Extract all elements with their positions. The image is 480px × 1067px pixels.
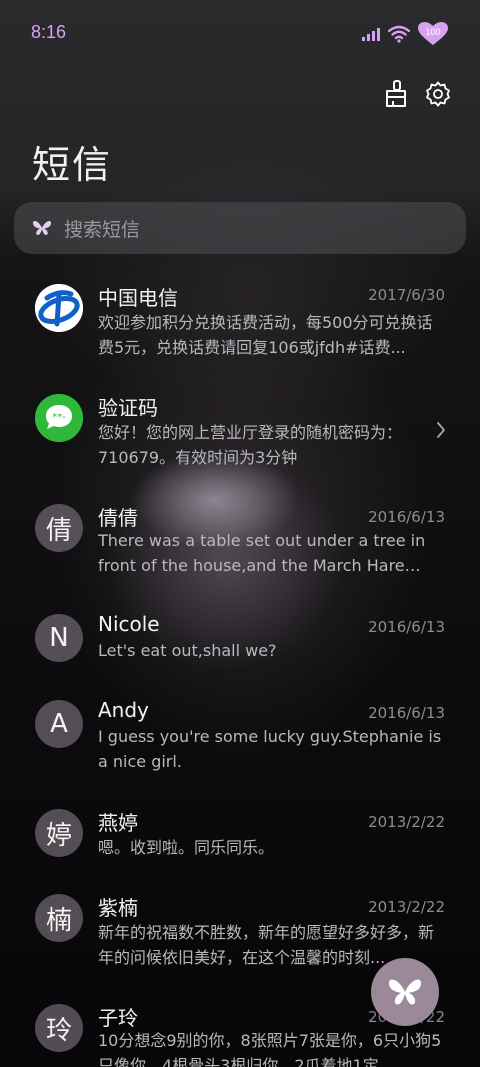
contact-name: Andy xyxy=(98,698,149,722)
message-date: 2016/6/13 xyxy=(368,704,445,722)
clean-button[interactable] xyxy=(382,80,410,108)
message-date: 2017/6/30 xyxy=(368,286,445,304)
page-title: 短信 xyxy=(32,143,113,187)
svg-text:**-: **- xyxy=(52,412,66,423)
contact-name: 燕婷 xyxy=(98,811,138,835)
contact-name: 验证码 xyxy=(98,396,158,420)
battery-level: 100 xyxy=(425,27,441,37)
message-date: 2016/6/13 xyxy=(368,508,445,526)
chevron-right-icon xyxy=(437,422,445,438)
avatar: N xyxy=(35,614,83,662)
message-preview: Let's eat out,shall we? xyxy=(98,641,277,660)
message-preview: 您好！您的网上营业厅登录的随机密码为：710679。有效时间为3分钟 xyxy=(98,423,403,467)
message-preview: I guess you're some lucky guy.Stephanie … xyxy=(98,727,442,771)
compose-button[interactable] xyxy=(371,958,439,1026)
avatar: 倩 xyxy=(35,504,83,552)
list-item[interactable]: N Nicole 2016/6/13 Let's eat out,shall w… xyxy=(0,612,480,682)
contact-name: 倩倩 xyxy=(98,506,138,530)
avatar xyxy=(35,284,83,332)
status-icons: 100 xyxy=(362,22,448,46)
message-preview: 欢迎参加积分兑换话费活动，每500分可兑换话费5元，兑换话费请回复106或jfd… xyxy=(98,313,433,357)
china-telecom-logo xyxy=(35,284,83,332)
list-item[interactable]: 婷 燕婷 2013/2/22 嗯。收到啦。同乐同乐。 xyxy=(0,807,480,877)
butterfly-icon xyxy=(389,979,421,1005)
list-item[interactable]: 中国电信 2017/6/30 欢迎参加积分兑换话费活动，每500分可兑换话费5元… xyxy=(0,282,480,382)
butterfly-icon xyxy=(33,220,51,235)
signal-icon xyxy=(362,28,380,41)
message-preview: 嗯。收到啦。同乐同乐。 xyxy=(98,838,275,857)
status-time: 8:16 xyxy=(31,22,67,42)
list-item[interactable]: 倩 倩倩 2016/6/13 There was a table set out… xyxy=(0,502,480,602)
list-item[interactable]: **- 验证码 您好！您的网上营业厅登录的随机密码为：710679。有效时间为3… xyxy=(0,392,480,492)
message-preview: There was a table set out under a tree i… xyxy=(98,531,426,575)
list-item[interactable]: A Andy 2016/6/13 I guess you're some luc… xyxy=(0,698,480,798)
avatar: 楠 xyxy=(35,894,83,942)
avatar: A xyxy=(35,700,83,748)
message-date: 2013/2/22 xyxy=(368,813,445,831)
settings-button[interactable] xyxy=(424,80,452,108)
wifi-icon xyxy=(388,25,410,43)
top-actions xyxy=(382,80,452,108)
broom-icon xyxy=(386,80,406,107)
avatar: **- xyxy=(35,394,83,442)
contact-name: 中国电信 xyxy=(98,286,178,310)
message-date: 2016/6/13 xyxy=(368,618,445,636)
avatar: 婷 xyxy=(35,809,83,857)
contact-name: Nicole xyxy=(98,612,160,636)
contact-name: 子玲 xyxy=(98,1006,138,1030)
avatar: 玲 xyxy=(35,1004,83,1052)
contact-name: 紫楠 xyxy=(98,896,138,920)
message-preview: 10分想念9别的你，8张照片7张是你，6只小狗5只像你，4根骨头3根归你，2爪着… xyxy=(98,1031,442,1067)
gear-icon xyxy=(426,81,450,107)
message-date: 2013/2/22 xyxy=(368,898,445,916)
battery-heart-icon: 100 xyxy=(418,22,448,46)
search-bar[interactable]: 搜索短信 xyxy=(14,202,466,254)
search-placeholder: 搜索短信 xyxy=(64,218,141,241)
chat-bubble-icon: **- xyxy=(35,394,83,442)
